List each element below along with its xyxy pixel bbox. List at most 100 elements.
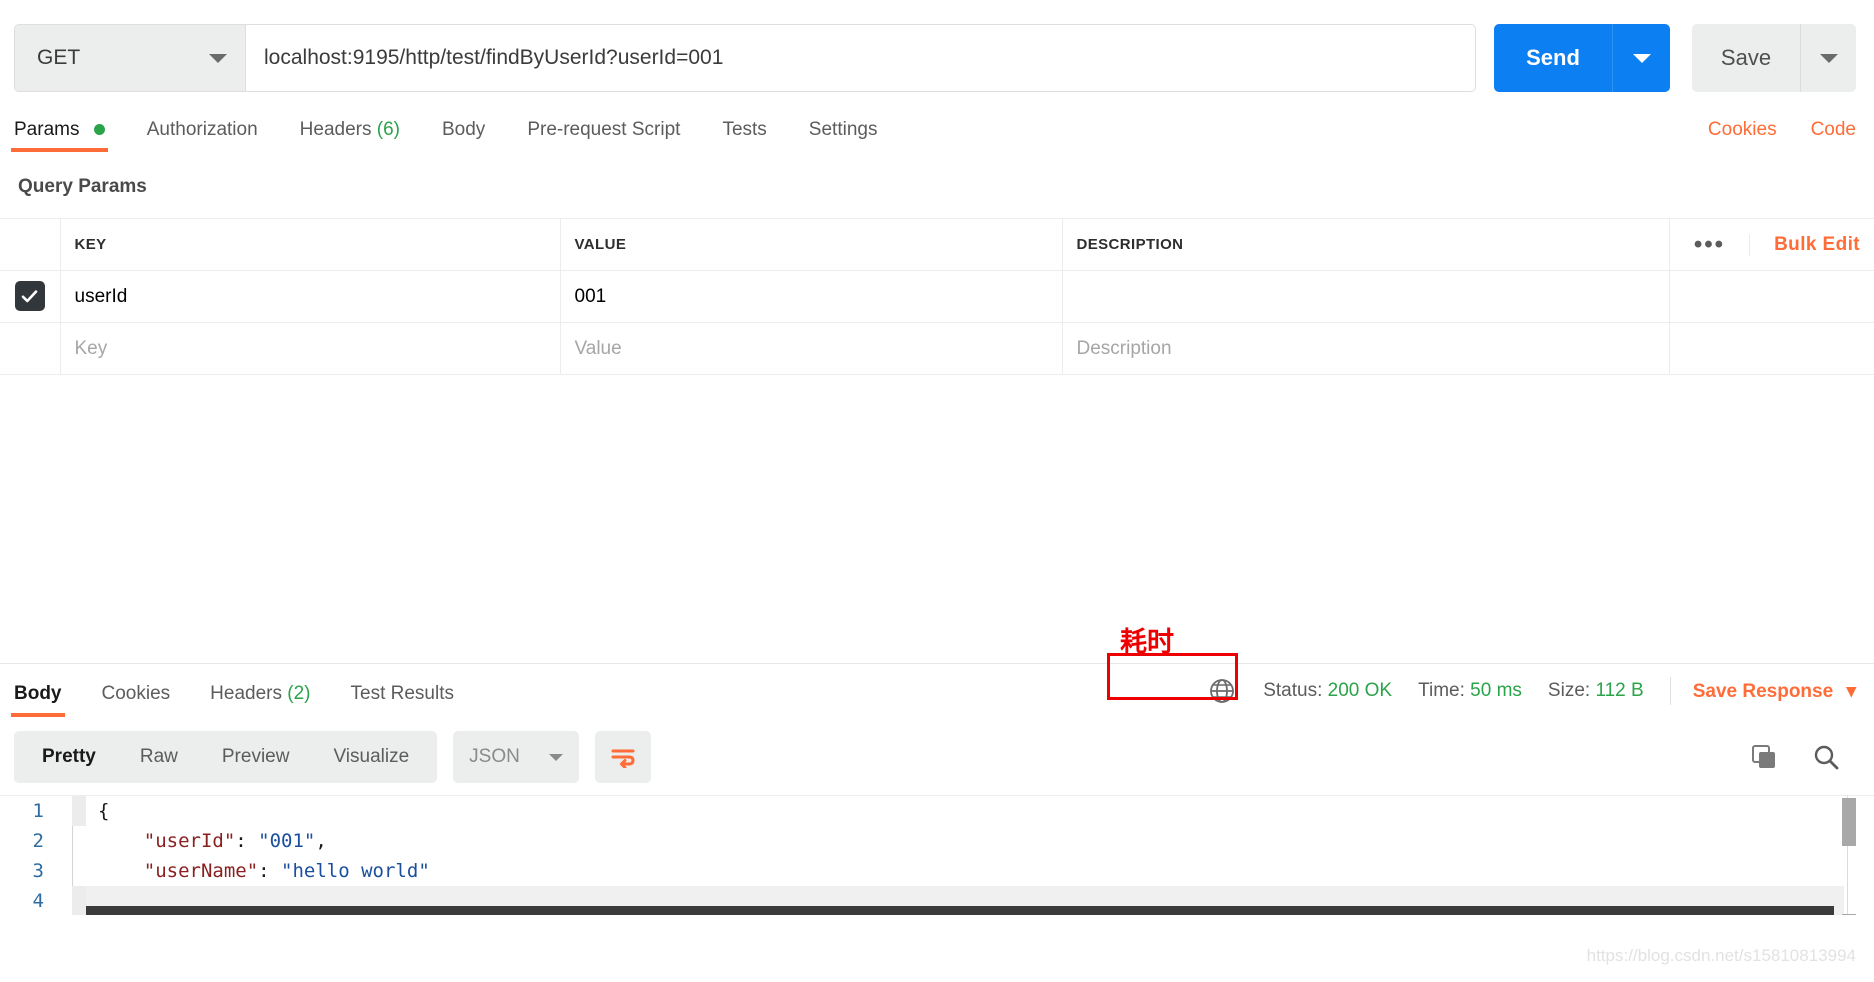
response-tab-headers-label: Headers — [210, 683, 282, 704]
code-horizontal-scrollbar[interactable] — [86, 906, 1834, 915]
code-token: "001" — [258, 830, 316, 852]
request-url-bar: GET localhost:9195/http/test/findByUserI… — [0, 0, 1874, 100]
view-visualize[interactable]: Visualize — [311, 746, 431, 768]
tab-headers-count: (6) — [376, 119, 400, 140]
response-tab-cookies-label: Cookies — [101, 683, 171, 704]
search-button[interactable] — [1812, 743, 1840, 771]
tab-pre-request-script[interactable]: Pre-request Script — [527, 119, 680, 152]
row-key[interactable]: userId — [59, 270, 561, 323]
code-link[interactable]: Code — [1811, 119, 1856, 141]
code-text: "userId": "001", — [86, 830, 327, 852]
tab-settings[interactable]: Settings — [809, 119, 878, 152]
code-gutter — [72, 886, 86, 915]
tab-authorization-label: Authorization — [146, 119, 258, 140]
row-actions — [1668, 270, 1874, 323]
code-token: : — [258, 860, 282, 882]
placeholder-value-input[interactable]: Value — [559, 322, 1063, 375]
tab-body[interactable]: Body — [442, 119, 485, 152]
size-group: Size: 112 B — [1548, 680, 1644, 702]
tab-authorization[interactable]: Authorization — [147, 119, 258, 152]
more-options-icon[interactable]: ••• — [1694, 232, 1749, 257]
send-options-button[interactable] — [1612, 24, 1670, 92]
response-tab-test-results-label: Test Results — [350, 683, 454, 704]
request-tabs: Params Authorization Headers (6) Body Pr… — [0, 100, 1874, 152]
placeholder-actions — [1668, 322, 1874, 375]
save-response-label: Save Response — [1692, 680, 1834, 702]
response-tab-headers[interactable]: Headers (2) — [210, 683, 310, 717]
response-tab-body-label: Body — [14, 683, 62, 704]
word-wrap-button[interactable] — [595, 731, 652, 783]
view-raw[interactable]: Raw — [118, 746, 200, 768]
time-label: Time: — [1418, 680, 1465, 701]
placeholder-key-input[interactable]: Key — [59, 322, 561, 375]
header-description: DESCRIPTION — [1061, 218, 1670, 271]
code-line: 1{ — [0, 796, 1874, 826]
url-input[interactable]: localhost:9195/http/test/findByUserId?us… — [246, 24, 1476, 92]
view-preview[interactable]: Preview — [200, 746, 312, 768]
response-body-actions — [1750, 743, 1856, 771]
http-method-select[interactable]: GET — [14, 24, 246, 92]
tab-headers[interactable]: Headers (6) — [300, 119, 400, 152]
bulk-edit-button[interactable]: Bulk Edit — [1749, 233, 1860, 256]
view-pretty[interactable]: Pretty — [20, 746, 118, 768]
response-tabs: Body Cookies Headers (2) Test Results St… — [0, 663, 1874, 717]
tab-tests-label: Tests — [722, 119, 767, 140]
row-description[interactable] — [1061, 270, 1670, 323]
response-format-label: JSON — [469, 746, 520, 767]
code-token: "hello world" — [281, 860, 430, 882]
time-value: 50 ms — [1470, 680, 1522, 701]
row-value[interactable]: 001 — [559, 270, 1063, 323]
save-button[interactable]: Save — [1692, 24, 1800, 92]
header-key: KEY — [59, 218, 561, 271]
save-options-button[interactable] — [1800, 24, 1856, 92]
code-scrollbar-thumb[interactable] — [1842, 798, 1856, 846]
code-token: , — [315, 830, 327, 852]
send-button-group: Send — [1494, 24, 1670, 92]
response-body-code[interactable]: 1{2 "userId": "001", 3 "userName": "hello… — [0, 795, 1874, 915]
tab-tests[interactable]: Tests — [722, 119, 766, 152]
header-value: VALUE — [559, 218, 1063, 271]
table-header-row: KEY VALUE DESCRIPTION ••• Bulk Edit — [0, 218, 1874, 271]
table-row-placeholder: Key Value Description — [0, 322, 1874, 375]
chevron-down-icon — [209, 53, 227, 63]
save-button-group: Save — [1692, 24, 1856, 92]
code-token: "userName" — [143, 860, 259, 882]
tab-headers-label: Headers — [299, 119, 372, 140]
row-checkbox[interactable] — [14, 281, 45, 312]
send-button[interactable]: Send — [1494, 24, 1612, 92]
annotation-label: 耗时 — [1120, 627, 1174, 658]
tab-settings-label: Settings — [808, 119, 878, 140]
chevron-down-icon — [1632, 53, 1651, 63]
code-text: { — [86, 800, 109, 822]
line-number: 3 — [32, 860, 44, 882]
status-label: Status: — [1263, 680, 1323, 701]
cookies-link[interactable]: Cookies — [1708, 119, 1777, 141]
network-globe-icon[interactable] — [1207, 676, 1237, 706]
copy-icon — [1752, 745, 1775, 768]
size-value: 112 B — [1595, 680, 1644, 701]
response-tab-cookies[interactable]: Cookies — [102, 683, 171, 717]
time-group: Time: 50 ms — [1418, 680, 1522, 702]
response-format-select[interactable]: JSON — [453, 731, 580, 783]
watermark: https://blog.csdn.net/s15810813994 — [1586, 946, 1856, 965]
code-line: 2 "userId": "001", — [0, 826, 1874, 856]
tab-params[interactable]: Params — [11, 119, 108, 152]
code-text: "userName": "hello world" — [86, 860, 430, 882]
placeholder-description-input[interactable]: Description — [1061, 322, 1670, 375]
response-body-toolbar: Pretty Raw Preview Visualize JSON — [0, 717, 1874, 795]
response-tab-headers-count: (2) — [287, 683, 311, 704]
search-icon — [1814, 745, 1839, 770]
response-tab-test-results[interactable]: Test Results — [351, 683, 454, 717]
copy-button[interactable] — [1750, 743, 1778, 771]
save-response-button[interactable]: Save Response ▾ — [1693, 680, 1856, 703]
line-number: 2 — [32, 830, 44, 852]
code-token: { — [98, 800, 110, 822]
code-scrollbar-thumb-lower[interactable] — [1842, 914, 1856, 915]
tab-body-label: Body — [442, 119, 486, 140]
http-method-label: GET — [37, 46, 81, 69]
response-tab-body[interactable]: Body — [11, 683, 64, 717]
chevron-down-icon — [549, 753, 564, 761]
request-tabs-actions: Cookies Code — [1674, 119, 1856, 152]
